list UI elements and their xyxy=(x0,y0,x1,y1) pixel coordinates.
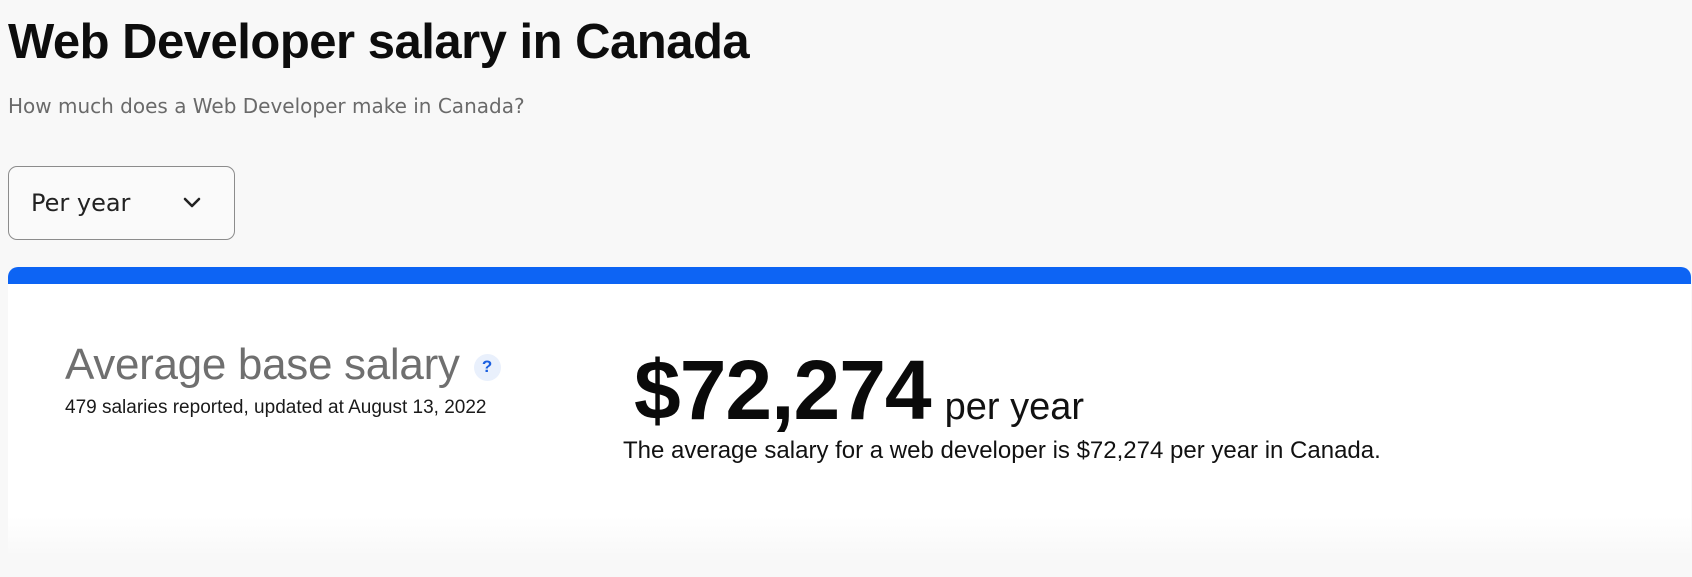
chevron-down-icon xyxy=(182,196,202,210)
help-icon[interactable]: ? xyxy=(473,353,501,381)
salary-summary-text: The average salary for a web developer i… xyxy=(623,437,1381,464)
salary-figure: $72,274 per year xyxy=(634,342,1084,439)
pay-period-selected-value: Per year xyxy=(31,189,131,217)
average-salary-card: Average base salary ? 479 salaries repor… xyxy=(8,267,1691,557)
page-subtitle: How much does a Web Developer make in Ca… xyxy=(8,94,525,118)
salary-period: per year xyxy=(944,386,1085,428)
page-title: Web Developer salary in Canada xyxy=(8,15,750,69)
average-base-salary-label: Average base salary xyxy=(65,340,460,389)
average-base-salary-heading: Average base salary ? xyxy=(65,340,501,390)
card-accent-bar xyxy=(8,267,1691,284)
card-bottom-fade xyxy=(8,517,1691,557)
salary-amount: $72,274 xyxy=(634,343,932,437)
salaries-reported-meta: 479 salaries reported, updated at August… xyxy=(65,397,487,418)
pay-period-select[interactable]: Per year xyxy=(8,166,235,240)
